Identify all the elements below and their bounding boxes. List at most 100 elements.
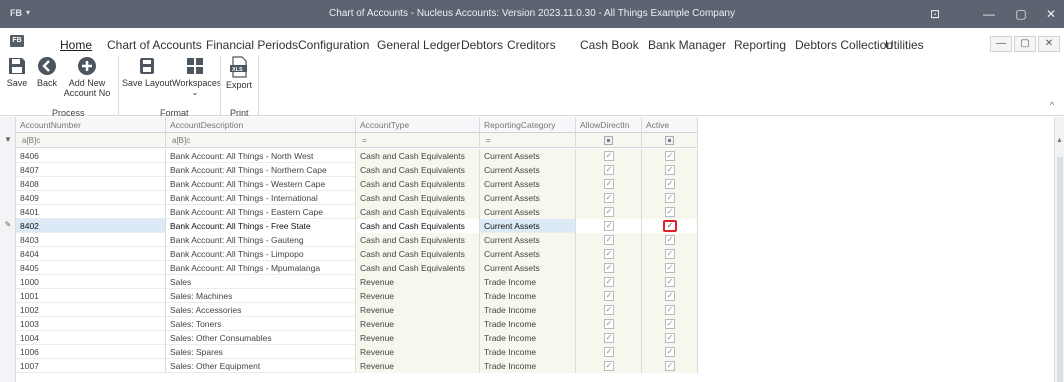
menu-general-ledger[interactable]: General Ledger xyxy=(377,38,460,52)
menu-reporting[interactable]: Reporting xyxy=(734,38,786,52)
table-row[interactable]: 8408 Bank Account: All Things - Western C… xyxy=(16,177,698,191)
cell-allow-direct[interactable]: ✓ xyxy=(576,261,642,275)
cell-allow-direct[interactable]: ✓ xyxy=(576,359,642,373)
filter-account-type[interactable]: = xyxy=(356,133,480,148)
cell-active[interactable]: ✓ xyxy=(642,233,698,247)
cell-account-number[interactable]: 1001 xyxy=(16,289,166,303)
cell-active[interactable]: ✓ xyxy=(642,345,698,359)
cell-allow-direct[interactable]: ✓ xyxy=(576,205,642,219)
column-header-account-description[interactable]: AccountDescription xyxy=(166,117,356,133)
restore-layout-button[interactable]: ⊡ xyxy=(922,4,948,24)
cell-active[interactable]: ✓ xyxy=(642,219,698,233)
cell-account-description[interactable]: Sales: Accessories xyxy=(166,303,356,317)
menu-chart-of-accounts[interactable]: Chart of Accounts xyxy=(107,38,202,52)
column-header-allow-direct[interactable]: AllowDirectIn xyxy=(576,117,642,133)
table-row[interactable]: 1001 Sales: Machines Revenue Trade Income ✓ ✓ xyxy=(16,289,698,303)
vertical-scrollbar[interactable]: ▲ xyxy=(1054,117,1064,382)
scroll-up-icon[interactable]: ▲ xyxy=(1056,137,1063,144)
cell-active[interactable]: ✓ xyxy=(642,247,698,261)
cell-account-number[interactable]: 8409 xyxy=(16,191,166,205)
collapse-ribbon-icon[interactable]: ^ xyxy=(1050,100,1054,110)
cell-account-type[interactable]: Cash and Cash Equivalents xyxy=(356,177,480,191)
checkbox[interactable]: ✓ xyxy=(665,277,675,287)
filter-checkbox[interactable] xyxy=(604,136,613,145)
cell-allow-direct[interactable]: ✓ xyxy=(576,149,642,163)
checkbox[interactable]: ✓ xyxy=(665,361,675,371)
cell-reporting-category[interactable]: Current Assets xyxy=(480,191,576,205)
checkbox[interactable]: ✓ xyxy=(604,221,614,231)
cell-reporting-category[interactable]: Current Assets xyxy=(480,219,576,233)
cell-account-description[interactable]: Sales xyxy=(166,275,356,289)
checkbox[interactable]: ✓ xyxy=(604,347,614,357)
checkbox[interactable]: ✓ xyxy=(604,291,614,301)
filter-reporting-category[interactable]: = xyxy=(480,133,576,148)
cell-account-type[interactable]: Cash and Cash Equivalents xyxy=(356,163,480,177)
checkbox[interactable]: ✓ xyxy=(604,151,614,161)
cell-reporting-category[interactable]: Trade Income xyxy=(480,345,576,359)
menu-financial-periods[interactable]: Financial Periods xyxy=(206,38,298,52)
checkbox[interactable]: ✓ xyxy=(604,305,614,315)
menu-cash-book[interactable]: Cash Book xyxy=(580,38,639,52)
cell-account-description[interactable]: Sales: Machines xyxy=(166,289,356,303)
cell-reporting-category[interactable]: Trade Income xyxy=(480,275,576,289)
table-row[interactable]: 1007 Sales: Other Equipment Revenue Trade I… xyxy=(16,359,698,373)
cell-reporting-category[interactable]: Current Assets xyxy=(480,247,576,261)
filter-active[interactable] xyxy=(642,133,698,148)
cell-active[interactable]: ✓ xyxy=(642,163,698,177)
cell-active[interactable]: ✓ xyxy=(642,149,698,163)
filter-checkbox[interactable] xyxy=(665,136,674,145)
menu-creditors[interactable]: Creditors xyxy=(507,38,556,52)
cell-allow-direct[interactable]: ✓ xyxy=(576,233,642,247)
checkbox[interactable]: ✓ xyxy=(604,277,614,287)
table-row[interactable]: 8401 Bank Account: All Things - Eastern C… xyxy=(16,205,698,219)
table-row[interactable]: 8403 Bank Account: All Things - Gauteng Ca… xyxy=(16,233,698,247)
cell-account-type[interactable]: Cash and Cash Equivalents xyxy=(356,205,480,219)
cell-allow-direct[interactable]: ✓ xyxy=(576,275,642,289)
cell-reporting-category[interactable]: Trade Income xyxy=(480,289,576,303)
checkbox[interactable]: ✓ xyxy=(665,193,675,203)
checkbox[interactable]: ✓ xyxy=(665,333,675,343)
menu-utilities[interactable]: Utilities xyxy=(885,38,924,52)
checkbox[interactable]: ✓ xyxy=(604,361,614,371)
cell-account-number[interactable]: 8403 xyxy=(16,233,166,247)
filter-account-number[interactable]: a[B]c xyxy=(16,133,166,148)
cell-active[interactable]: ✓ xyxy=(642,317,698,331)
menu-debtors[interactable]: Debtors xyxy=(461,38,503,52)
cell-account-number[interactable]: 8405 xyxy=(16,261,166,275)
doc-minimize-button[interactable]: — xyxy=(990,36,1012,52)
cell-account-description[interactable]: Bank Account: All Things - North West xyxy=(166,149,356,163)
cell-active[interactable]: ✓ xyxy=(642,331,698,345)
cell-allow-direct[interactable]: ✓ xyxy=(576,289,642,303)
cell-allow-direct[interactable]: ✓ xyxy=(576,331,642,345)
cell-account-number[interactable]: 8404 xyxy=(16,247,166,261)
column-header-reporting-category[interactable]: ReportingCategory xyxy=(480,117,576,133)
cell-account-number[interactable]: 8401 xyxy=(16,205,166,219)
cell-account-number[interactable]: 8407 xyxy=(16,163,166,177)
checkbox[interactable]: ✓ xyxy=(604,333,614,343)
cell-account-type[interactable]: Revenue xyxy=(356,275,480,289)
menu-debtors-collection[interactable]: Debtors Collection xyxy=(795,38,893,52)
cell-account-description[interactable]: Sales: Toners xyxy=(166,317,356,331)
cell-reporting-category[interactable]: Current Assets xyxy=(480,149,576,163)
cell-account-description[interactable]: Sales: Other Consumables xyxy=(166,331,356,345)
table-row[interactable]: 1003 Sales: Toners Revenue Trade Income ✓ ✓ xyxy=(16,317,698,331)
cell-reporting-category[interactable]: Current Assets xyxy=(480,261,576,275)
cell-reporting-category[interactable]: Trade Income xyxy=(480,359,576,373)
cell-account-type[interactable]: Revenue xyxy=(356,331,480,345)
table-row[interactable]: 1006 Sales: Spares Revenue Trade Income ✓ ✓ xyxy=(16,345,698,359)
cell-account-number[interactable]: 8402 xyxy=(16,219,166,233)
checkbox[interactable]: ✓ xyxy=(604,207,614,217)
cell-account-description[interactable]: Bank Account: All Things - Limpopo xyxy=(166,247,356,261)
cell-account-type[interactable]: Revenue xyxy=(356,345,480,359)
column-header-account-number[interactable]: AccountNumber xyxy=(16,117,166,133)
cell-active[interactable]: ✓ xyxy=(642,205,698,219)
cell-allow-direct[interactable]: ✓ xyxy=(576,219,642,233)
table-row[interactable]: 8409 Bank Account: All Things - Internati… xyxy=(16,191,698,205)
checkbox[interactable]: ✓ xyxy=(663,220,677,232)
cell-account-description[interactable]: Bank Account: All Things - Gauteng xyxy=(166,233,356,247)
checkbox[interactable]: ✓ xyxy=(665,305,675,315)
cell-active[interactable]: ✓ xyxy=(642,261,698,275)
cell-active[interactable]: ✓ xyxy=(642,289,698,303)
checkbox[interactable]: ✓ xyxy=(604,179,614,189)
column-header-active[interactable]: Active xyxy=(642,117,698,133)
